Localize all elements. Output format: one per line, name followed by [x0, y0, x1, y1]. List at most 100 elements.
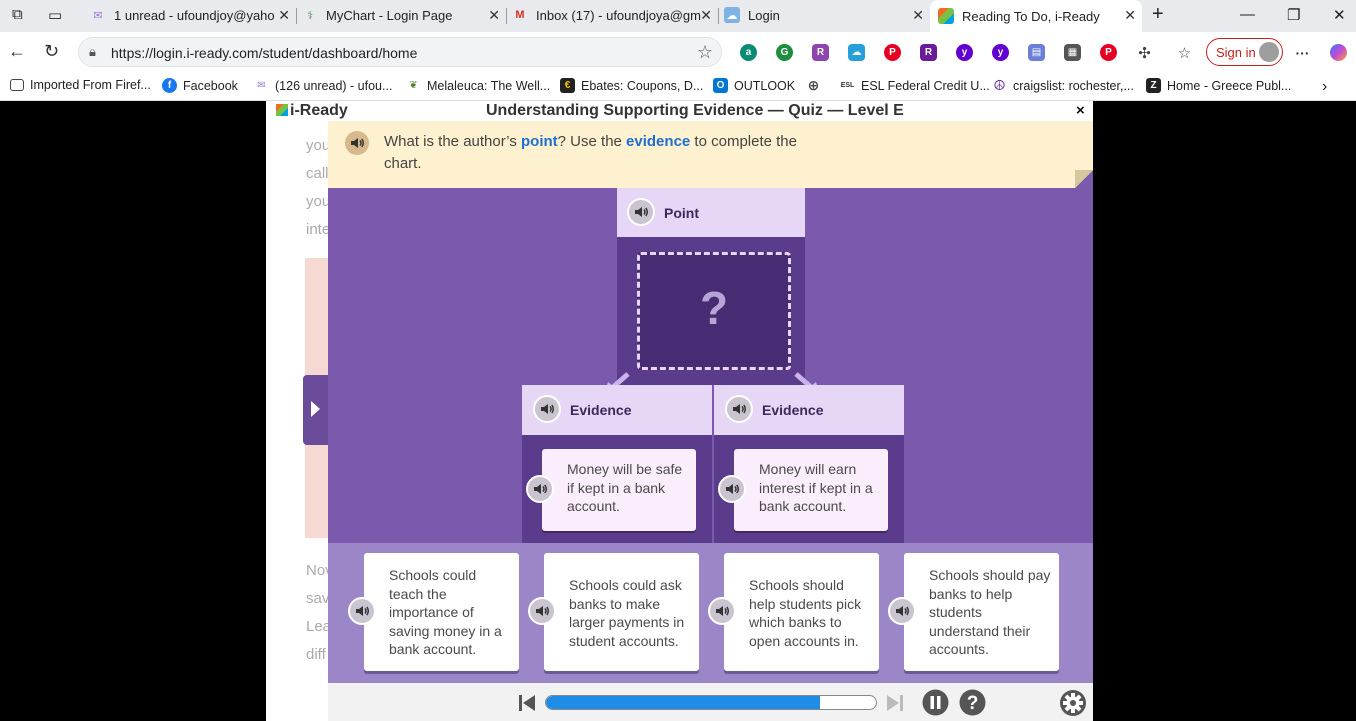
bookmark-facebook[interactable]: f Facebook — [162, 78, 238, 93]
evidence-card-2: Money will earn interest if kept in a ba… — [734, 449, 888, 531]
minimize-icon[interactable]: — — [1240, 6, 1255, 23]
answer-card-1[interactable]: Schools could teach the importance of sa… — [364, 553, 519, 671]
skip-forward-icon[interactable] — [885, 693, 905, 713]
extensions-puzzle-icon[interactable]: ✣ — [1136, 44, 1153, 62]
close-tab-icon[interactable]: ✕ — [278, 7, 290, 24]
extension-pinterest2-icon[interactable]: P — [1100, 44, 1117, 61]
chevron-right-icon — [311, 401, 320, 417]
bookmarks-more-chevron-icon[interactable]: › — [1322, 78, 1327, 96]
reload-icon[interactable]: ↻ — [44, 41, 59, 62]
help-icon[interactable]: ? — [959, 689, 986, 716]
new-tab-icon[interactable]: + — [1152, 3, 1164, 26]
extension-yahoo-icon[interactable]: y — [956, 44, 973, 61]
close-tab-icon[interactable]: ✕ — [488, 7, 500, 24]
extension-cloud-icon[interactable]: ☁ — [848, 44, 865, 61]
tab-gmail[interactable]: M Inbox (17) - ufoundjoya@gm ✕ — [512, 0, 718, 30]
extension-r2-icon[interactable]: R — [920, 44, 937, 61]
iready-icon — [938, 8, 954, 24]
bookmark-ebates[interactable]: € Ebates: Coupons, D... — [560, 78, 703, 93]
esl-icon: ESL — [840, 82, 855, 89]
folder-icon — [10, 79, 24, 91]
extension-r-icon[interactable]: R — [812, 44, 829, 61]
more-menu-icon[interactable]: ··· — [1294, 44, 1311, 61]
leaf-icon: ❦ — [409, 80, 418, 91]
close-tab-icon[interactable]: ✕ — [912, 7, 924, 24]
restore-icon[interactable]: ❐ — [1287, 6, 1300, 24]
answer-card-4[interactable]: Schools should pay banks to help student… — [904, 553, 1059, 671]
answer-card-3[interactable]: Schools should help students pick which … — [724, 553, 879, 671]
bookmark-yahoo-mail[interactable]: ✉ (126 unread) - ufou... — [254, 78, 392, 93]
speaker-icon[interactable] — [528, 597, 556, 625]
evidence-keyword: evidence — [626, 133, 691, 150]
extension-a-icon[interactable]: a — [740, 44, 757, 61]
sign-in-button[interactable]: Sign in — [1206, 38, 1283, 66]
evidence-label: Evidence — [762, 402, 824, 418]
cloud-icon: ☁ — [724, 7, 740, 23]
progress-bar — [545, 695, 877, 710]
answer-card-2[interactable]: Schools could ask banks to make larger p… — [544, 553, 699, 671]
bookmark-esl[interactable]: ESL ESL Federal Credit U... — [840, 78, 990, 93]
tab-actions-icon[interactable]: ▭ — [48, 6, 62, 24]
article-text: you — [306, 193, 331, 210]
article-text: call — [306, 165, 329, 182]
question-prompt: What is the author’s point? Use the evid… — [328, 121, 1093, 188]
bookmark-outlook[interactable]: O OUTLOOK — [713, 78, 795, 93]
speaker-icon[interactable] — [343, 129, 371, 157]
site-info-icon[interactable]: 🔒︎ — [89, 44, 96, 60]
close-tab-icon[interactable]: ✕ — [1124, 7, 1136, 24]
gmail-icon: M — [515, 9, 525, 21]
bookmark-globe[interactable]: ⊕ — [806, 77, 827, 93]
favorites-icon[interactable]: ☆ — [1176, 44, 1193, 62]
extension-yahoo2-icon[interactable]: y — [992, 44, 1009, 61]
expand-article-tab[interactable] — [303, 375, 328, 445]
svg-text:?: ? — [967, 693, 979, 714]
url-bar[interactable]: 🔒︎ https://login.i-ready.com/student/das… — [78, 37, 722, 67]
point-keyword: point — [521, 133, 558, 150]
tab-iready[interactable]: Reading To Do, i-Ready ✕ — [930, 0, 1142, 32]
globe-icon: ⊕ — [807, 77, 820, 93]
workspaces-icon[interactable]: ⧉ — [12, 6, 23, 23]
tab-bar: ⧉ ▭ ✉ 1 unread - ufoundjoy@yaho ✕ ⚕ MyCh… — [0, 0, 1356, 32]
bookmark-folder-imported[interactable]: Imported From Firef... — [10, 78, 151, 92]
back-icon[interactable]: ← — [8, 41, 26, 62]
point-header: Point — [617, 188, 805, 237]
evidence-header-1: Evidence — [522, 385, 712, 435]
skip-back-icon[interactable] — [517, 693, 537, 713]
evidence-header-2: Evidence — [714, 385, 904, 435]
mail-icon: ✉ — [257, 80, 266, 91]
evidence-card-1: Money will be safe if kept in a bank acc… — [542, 449, 696, 531]
speaker-icon[interactable] — [348, 597, 376, 625]
article-text: you — [306, 137, 331, 154]
bookmark-craigslist[interactable]: ☮ craigslist: rochester,... — [992, 77, 1134, 93]
tab-yahoo-mail[interactable]: ✉ 1 unread - ufoundjoy@yaho ✕ — [86, 0, 296, 30]
close-tab-icon[interactable]: ✕ — [700, 7, 712, 24]
pause-icon[interactable] — [922, 689, 949, 716]
tab-mychart[interactable]: ⚕ MyChart - Login Page ✕ — [302, 0, 506, 30]
close-window-icon[interactable]: ✕ — [1333, 6, 1346, 24]
extension-pinterest-icon[interactable]: P — [884, 44, 901, 61]
speaker-icon[interactable] — [718, 475, 746, 503]
speaker-icon[interactable] — [725, 395, 753, 423]
point-drop-zone[interactable]: ? — [637, 252, 791, 370]
extension-reader-icon[interactable]: ▤ — [1028, 44, 1045, 61]
avatar — [1259, 42, 1279, 62]
quiz-title: Understanding Supporting Evidence — Quiz… — [486, 102, 904, 119]
bookmark-greece-library[interactable]: Z Home - Greece Publ... — [1146, 78, 1291, 93]
bookmark-melaleuca[interactable]: ❦ Melaleuca: The Well... — [406, 78, 550, 93]
speaker-icon[interactable] — [888, 597, 916, 625]
close-quiz-button[interactable]: × — [1076, 102, 1085, 119]
extension-tool-icon[interactable]: ▦ — [1064, 44, 1081, 61]
speaker-icon[interactable] — [533, 395, 561, 423]
point-label: Point — [664, 205, 699, 221]
tab-login[interactable]: ☁ Login ✕ — [724, 0, 930, 30]
mychart-icon: ⚕ — [307, 9, 313, 22]
copilot-icon[interactable] — [1330, 44, 1347, 61]
article-text: inte — [306, 221, 331, 238]
speaker-icon[interactable] — [526, 475, 554, 503]
speaker-icon[interactable] — [627, 198, 655, 226]
speaker-icon[interactable] — [708, 597, 736, 625]
mail-icon: ✉ — [93, 9, 103, 22]
settings-gear-icon[interactable] — [1059, 689, 1087, 717]
favorite-star-icon[interactable]: ☆ — [697, 42, 713, 63]
extension-grammar-icon[interactable]: G — [776, 44, 793, 61]
